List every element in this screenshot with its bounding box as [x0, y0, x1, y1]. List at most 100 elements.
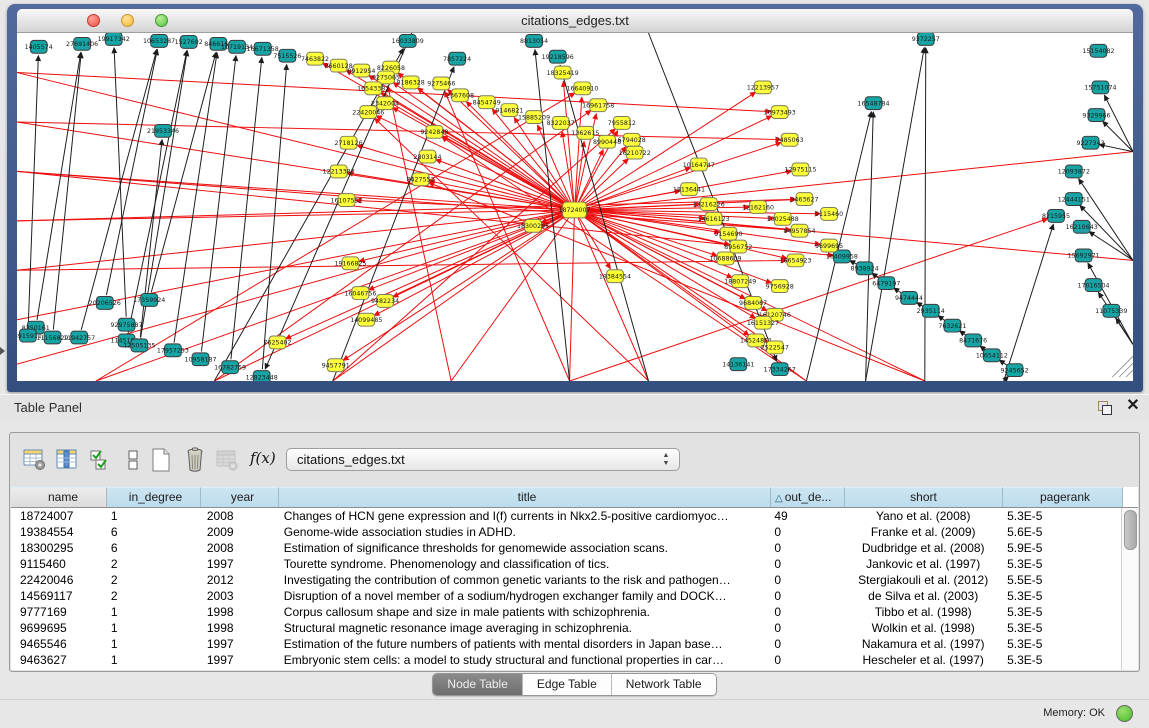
- scrollbar-thumb[interactable]: [1124, 510, 1137, 550]
- edge[interactable]: [53, 53, 81, 330]
- edge[interactable]: [1116, 318, 1133, 344]
- column-header-in_degree[interactable]: in_degree: [107, 487, 201, 507]
- graph-node-selected[interactable]: 16654923: [779, 254, 811, 267]
- edge[interactable]: [1103, 121, 1133, 151]
- column-header-title[interactable]: title: [279, 487, 771, 507]
- graph-node-selected[interactable]: 9463627: [790, 193, 818, 206]
- graph-node[interactable]: 15751074: [1084, 81, 1116, 94]
- edge-selected[interactable]: [343, 214, 568, 360]
- graph-node-selected[interactable]: 18724007: [558, 202, 590, 218]
- graph-node[interactable]: 16033809: [392, 34, 424, 47]
- delete-columns-icon[interactable]: [182, 447, 208, 473]
- graph-node[interactable]: 10958187: [184, 353, 216, 366]
- graph-node[interactable]: 9372257: [912, 33, 940, 45]
- table-row[interactable]: 2242004622012Investigating the contribut…: [11, 572, 1122, 588]
- table-row[interactable]: 1456911722003Disruption of a novel membe…: [11, 588, 1122, 604]
- graph-node[interactable]: 19917342: [98, 33, 130, 45]
- table-row[interactable]: 977716911998Corpus callosum shape and si…: [11, 604, 1122, 620]
- column-header-year[interactable]: year: [201, 487, 279, 507]
- edge-selected[interactable]: [357, 145, 567, 207]
- edge[interactable]: [231, 58, 262, 360]
- edge[interactable]: [1104, 95, 1133, 151]
- column-header-pagerank[interactable]: pagerank: [1003, 487, 1123, 507]
- vertical-scrollbar[interactable]: [1121, 508, 1138, 670]
- graph-node[interactable]: 27691406: [66, 37, 98, 50]
- graph-node-selected[interactable]: 16961758: [582, 99, 614, 112]
- graph-node[interactable]: 8938924: [851, 262, 879, 275]
- graph-node[interactable]: 12823448: [246, 371, 278, 381]
- graph-node-selected[interactable]: 10025488: [767, 212, 799, 225]
- column-header-out_de[interactable]: △out_de...: [771, 487, 845, 507]
- table-source-select[interactable]: citations_edges.txt ▲▼: [286, 448, 680, 471]
- graph-node-selected[interactable]: 18136441: [673, 183, 705, 196]
- graph-node-selected[interactable]: 10688609: [709, 252, 741, 265]
- memory-status-icon[interactable]: [1116, 705, 1133, 722]
- graph-node-selected[interactable]: 2718126: [334, 136, 362, 149]
- graph-node[interactable]: 16782759: [214, 361, 246, 374]
- network-canvas[interactable]: 1405574276914061991734210653287152760284…: [17, 33, 1133, 381]
- graph-node[interactable]: 2935114: [917, 304, 945, 317]
- graph-node-selected[interactable]: 9154690: [714, 227, 742, 240]
- graph-node-selected[interactable]: 16640910: [566, 82, 598, 95]
- graph-node-selected[interactable]: 1362615: [571, 126, 599, 139]
- edge[interactable]: [262, 65, 286, 370]
- edge[interactable]: [333, 67, 454, 381]
- function-builder-icon[interactable]: f(x): [250, 445, 276, 471]
- graph-node[interactable]: 21953346: [147, 124, 179, 137]
- splitter-collapse-icon[interactable]: [0, 347, 5, 355]
- resize-grip-icon[interactable]: [1112, 356, 1133, 377]
- graph-node[interactable]: 11942757: [63, 331, 95, 344]
- graph-node-selected[interactable]: 8186328: [397, 76, 425, 89]
- graph-node-selected[interactable]: 7485063: [776, 133, 804, 146]
- edge-selected[interactable]: [570, 218, 575, 381]
- table-row[interactable]: 911546021997Tourette syndrome. Phenomeno…: [11, 556, 1122, 572]
- edge[interactable]: [140, 140, 162, 338]
- edge[interactable]: [866, 112, 874, 381]
- graph-node-selected[interactable]: 9115460: [815, 207, 843, 220]
- float-panel-icon[interactable]: [1098, 401, 1114, 415]
- graph-node-selected[interactable]: 10973493: [764, 106, 796, 119]
- graph-node[interactable]: 1527602: [175, 35, 203, 48]
- graph-node[interactable]: 8215955: [1042, 209, 1070, 222]
- graph-node[interactable]: 11075339: [1095, 304, 1127, 317]
- graph-node[interactable]: 17016504: [1077, 279, 1109, 292]
- graph-node-selected[interactable]: 8956752: [724, 240, 752, 253]
- graph-node[interactable]: 9329966: [1082, 109, 1110, 122]
- graph-node[interactable]: 12444151: [1058, 193, 1090, 206]
- table-row[interactable]: 1872400712008Changes of HCN gene express…: [11, 508, 1122, 524]
- edge-selected[interactable]: [17, 171, 791, 230]
- edge[interactable]: [174, 53, 217, 343]
- tab-node-table[interactable]: Node Table: [433, 674, 523, 695]
- edge[interactable]: [28, 56, 38, 328]
- network-window-titlebar[interactable]: citations_edges.txt: [17, 9, 1133, 33]
- graph-node[interactable]: 19218596: [542, 50, 574, 63]
- graph-node-selected[interactable]: 12975115: [784, 163, 816, 176]
- graph-node[interactable]: 16210643: [1066, 220, 1098, 233]
- graph-node[interactable]: 14136141: [722, 358, 754, 371]
- edge[interactable]: [1079, 179, 1133, 261]
- graph-node-selected[interactable]: 2367608: [446, 89, 474, 102]
- edge-selected[interactable]: [581, 215, 807, 381]
- close-panel-icon[interactable]: ✕: [1124, 397, 1142, 415]
- edge-selected[interactable]: [17, 260, 787, 270]
- tab-network-table[interactable]: Network Table: [612, 674, 716, 695]
- graph-node-selected[interactable]: 18325419: [547, 66, 579, 79]
- edge[interactable]: [37, 53, 81, 320]
- graph-node[interactable]: 20206526: [89, 296, 121, 309]
- edge[interactable]: [1004, 224, 1054, 381]
- edge[interactable]: [151, 52, 216, 292]
- column-header-short[interactable]: short: [845, 487, 1003, 507]
- table-row[interactable]: 946362711997Embryonic stem cells: a mode…: [11, 652, 1122, 668]
- graph-node[interactable]: 15692971: [1068, 249, 1100, 262]
- table-row[interactable]: 946554611997Estimation of the future num…: [11, 636, 1122, 652]
- edge-selected[interactable]: [563, 81, 573, 202]
- graph-node[interactable]: 15154082: [1082, 44, 1114, 57]
- table-row[interactable]: 969969511998Structural magnetic resonanc…: [11, 620, 1122, 636]
- table-row[interactable]: 1830029562008Estimation of significance …: [11, 540, 1122, 556]
- graph-node-selected[interactable]: 9275466: [427, 77, 455, 90]
- graph-node-selected[interactable]: 84957854: [783, 224, 815, 237]
- edge-selected[interactable]: [286, 213, 568, 339]
- graph-node[interactable]: 7632621: [938, 319, 966, 332]
- graph-node[interactable]: 10653287: [143, 34, 175, 47]
- show-columns-icon[interactable]: [54, 447, 80, 473]
